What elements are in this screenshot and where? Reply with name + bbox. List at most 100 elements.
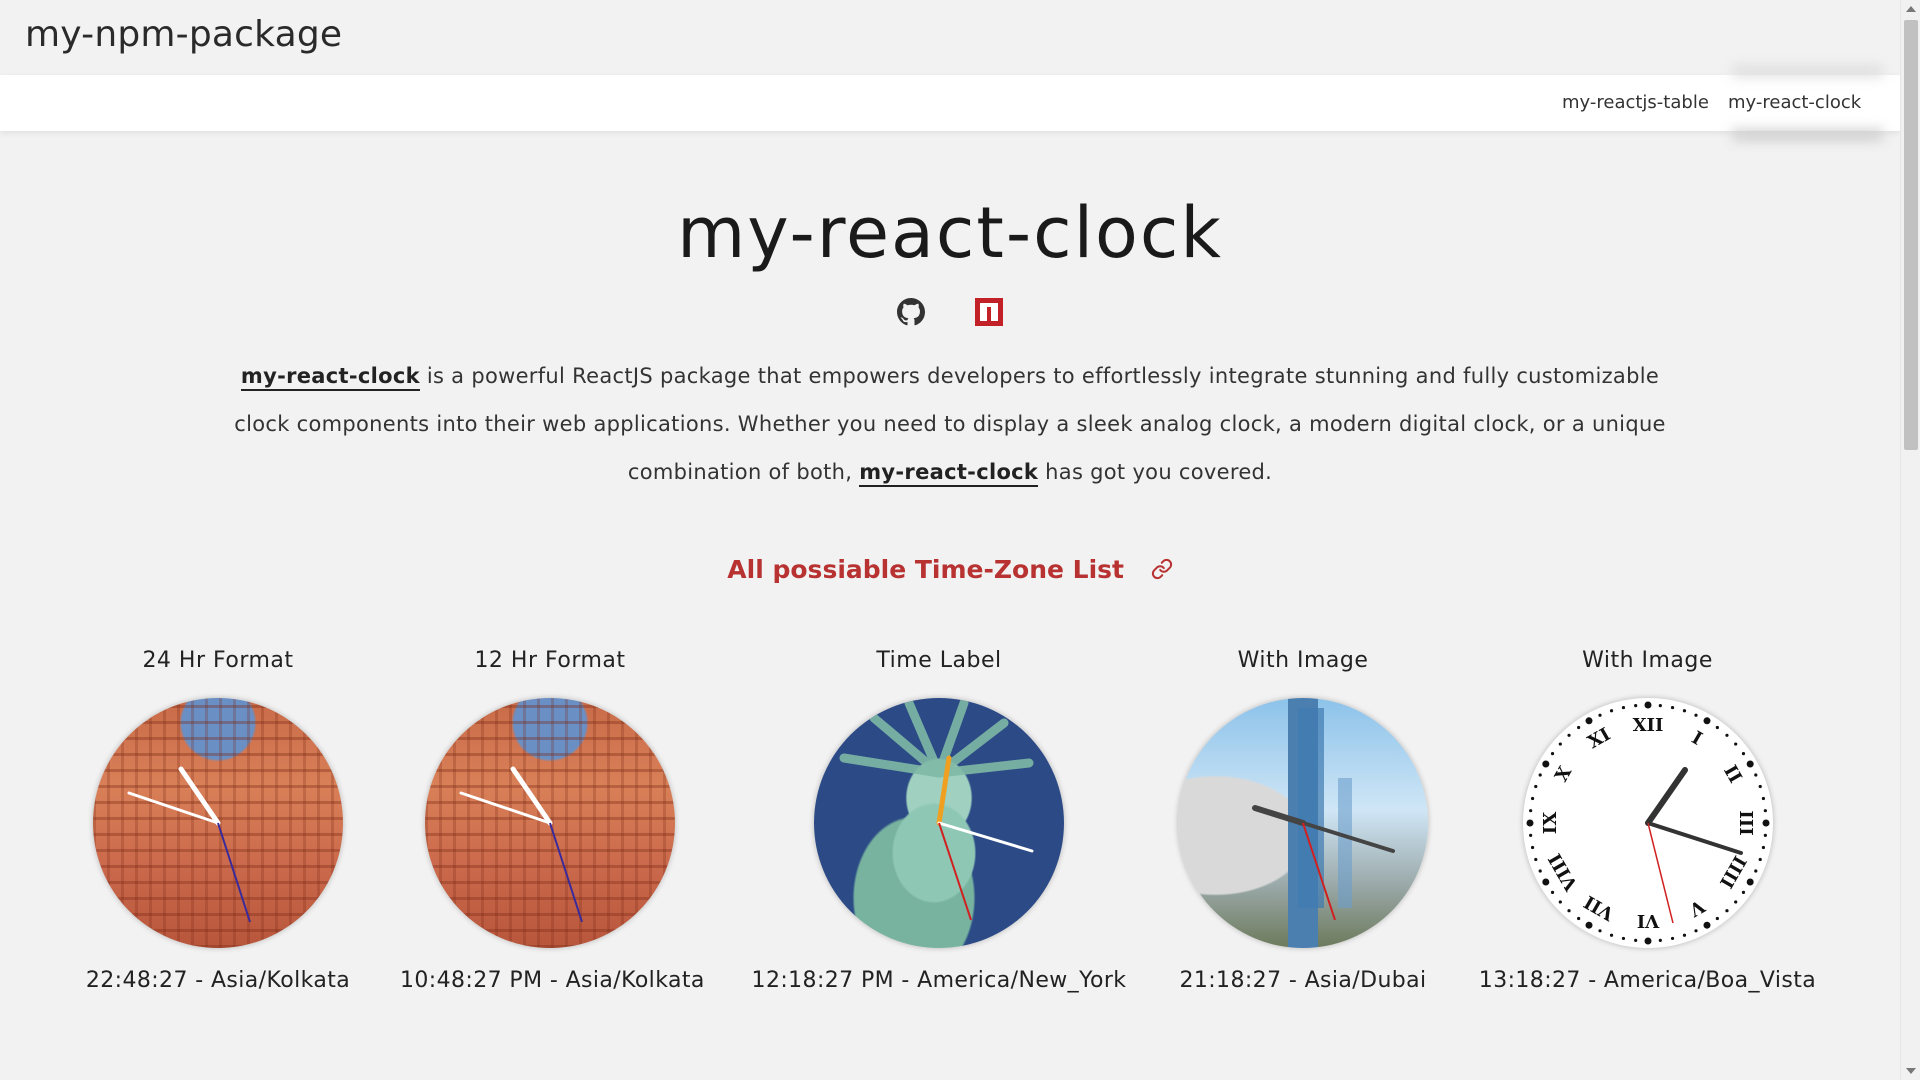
clock-tick-dot [1530,845,1534,850]
clock-tick-dot [1576,916,1580,921]
clock-tick-dot [1724,909,1729,913]
clock-tick-dot [1763,833,1767,837]
clock-tick-dot [1621,705,1625,710]
clock-tick-dot [1538,869,1542,873]
clock-tick-dot [1633,704,1637,708]
clock-tick-dot [1609,933,1613,937]
clock-tick-dot [1541,760,1549,768]
timezone-list-link[interactable]: All possiable Time-Zone List [0,555,1900,586]
clock-tick-dot [1550,890,1554,894]
clock-tick-dot [1566,909,1571,913]
clock-tick-dot [1658,938,1662,942]
clock-tick-dot [1733,900,1737,904]
clock-tick-dot [1733,742,1737,746]
description-text-2: has got you covered. [1038,460,1273,484]
clock-tick-dot [1644,937,1651,945]
npm-icon[interactable] [974,298,1003,326]
nav-item-my-reactjs-table[interactable]: my-reactjs-table [1544,75,1727,131]
hour-hand [510,766,553,826]
clock-tick-dot [1693,713,1698,717]
nav-item-my-react-clock[interactable]: my-react-clock [1710,75,1879,131]
clock-card-with-image-roman: With Image XII I II III IIII V VI VII VIII IX X XI … [1465,648,1830,993]
navbar: my-reactjs-table my-react-clock [0,75,1900,131]
clock-numeral: II [1719,762,1746,787]
clock-card-with-image-dubai: With Image 21:18:27 - Asia/Dubai [1153,648,1453,993]
clock-numeral: V [1684,894,1708,920]
clock-tick-dot [1703,921,1710,929]
clock-tick-dot [1609,709,1613,713]
analog-clock-face: XII I II III IIII V VI VII VIII IX X XI [1522,698,1773,948]
clock-label: With Image [1582,648,1713,673]
clock-tick-dot [1621,936,1625,941]
clock-tick-dot [1761,845,1765,850]
clock-tick-dot [1558,900,1562,904]
clock-tick-dot [1715,916,1719,921]
clock-tick-dot [1528,833,1532,837]
clock-numeral: IIII [1714,852,1749,892]
clock-card-12hr: 12 Hr Format 10:48:27 PM - Asia/Kolkata [400,648,705,993]
vertical-scrollbar[interactable] [1900,0,1920,1080]
clock-tick-dot [1670,705,1674,710]
clock-tick-dot [1741,752,1745,756]
clock-tick-dot [1597,929,1602,933]
clock-label: Time Label [876,648,1002,673]
page: my-npm-package my-reactjs-table my-react… [0,0,1920,1080]
clock-tick-dot [1558,742,1562,746]
second-hand [549,822,583,923]
clock-numeral: I [1687,727,1705,749]
clock-tick-dot [1576,725,1580,730]
clock-tick-dot [1585,717,1592,725]
clock-tick-dot [1658,704,1662,708]
clock-tick-dot [1746,878,1754,886]
clock-label: 12 Hr Format [474,648,626,673]
second-hand [938,822,972,921]
clock-time-label: 10:48:27 PM - Asia/Kolkata [400,968,705,993]
hour-hand [178,766,221,826]
analog-clock-face [1178,698,1428,948]
second-hand [1646,822,1674,924]
clock-tick-dot [1585,921,1592,929]
clock-tick-dot [1724,733,1729,737]
brand-title[interactable]: my-npm-package [25,14,342,55]
timezone-list-label: All possiable Time-Zone List [727,555,1124,584]
clock-tick-dot [1550,752,1554,756]
clock-tick-dot [1566,733,1571,737]
clock-tick-dot [1703,717,1710,725]
scroll-down-arrow-icon[interactable] [1906,1068,1916,1074]
clock-numeral: IX [1540,812,1561,834]
clock-tick-dot [1693,929,1698,933]
hour-hand [1252,805,1306,826]
minute-hand [127,791,220,825]
clock-numeral: XII [1632,715,1663,736]
page-title: my-react-clock [677,192,1223,274]
clock-time-label: 21:18:27 - Asia/Dubai [1179,968,1427,993]
analog-clock-face [814,698,1064,948]
clock-tick-dot [1761,796,1765,801]
clock-tick-dot [1526,819,1533,827]
clock-tick-dot [1682,709,1686,713]
second-hand [217,822,251,923]
clock-tick-dot [1753,773,1757,777]
clock-tick-dot [1538,773,1542,777]
clock-label: With Image [1237,648,1369,673]
clock-label: 24 Hr Format [142,648,294,673]
clock-time-label: 13:18:27 - America/Boa_Vista [1478,968,1817,993]
package-name-link-2[interactable]: my-react-clock [859,460,1039,487]
clock-tick-dot [1682,933,1686,937]
clock-numeral: VII [1580,891,1618,925]
scroll-thumb[interactable] [1904,20,1918,450]
clock-time-label: 22:48:27 - Asia/Kolkata [85,968,351,993]
clock-time-label: 12:18:27 PM - America/New_York [751,968,1127,993]
clock-tick-dot [1758,857,1762,862]
package-name-link[interactable]: my-react-clock [240,364,420,391]
clock-tick-dot [1541,878,1549,886]
clock-card-24hr: 24 Hr Format 22:48:27 - Asia/Kolkata [68,648,368,993]
clock-tick-dot [1746,760,1754,768]
clock-tick-dot [1597,713,1602,717]
scroll-up-arrow-icon[interactable] [1906,6,1916,12]
clock-numeral: III [1735,810,1756,835]
clock-tick-dot [1528,809,1532,813]
icon-links [0,298,1900,326]
github-icon[interactable] [897,298,926,326]
link-icon [1151,557,1173,586]
